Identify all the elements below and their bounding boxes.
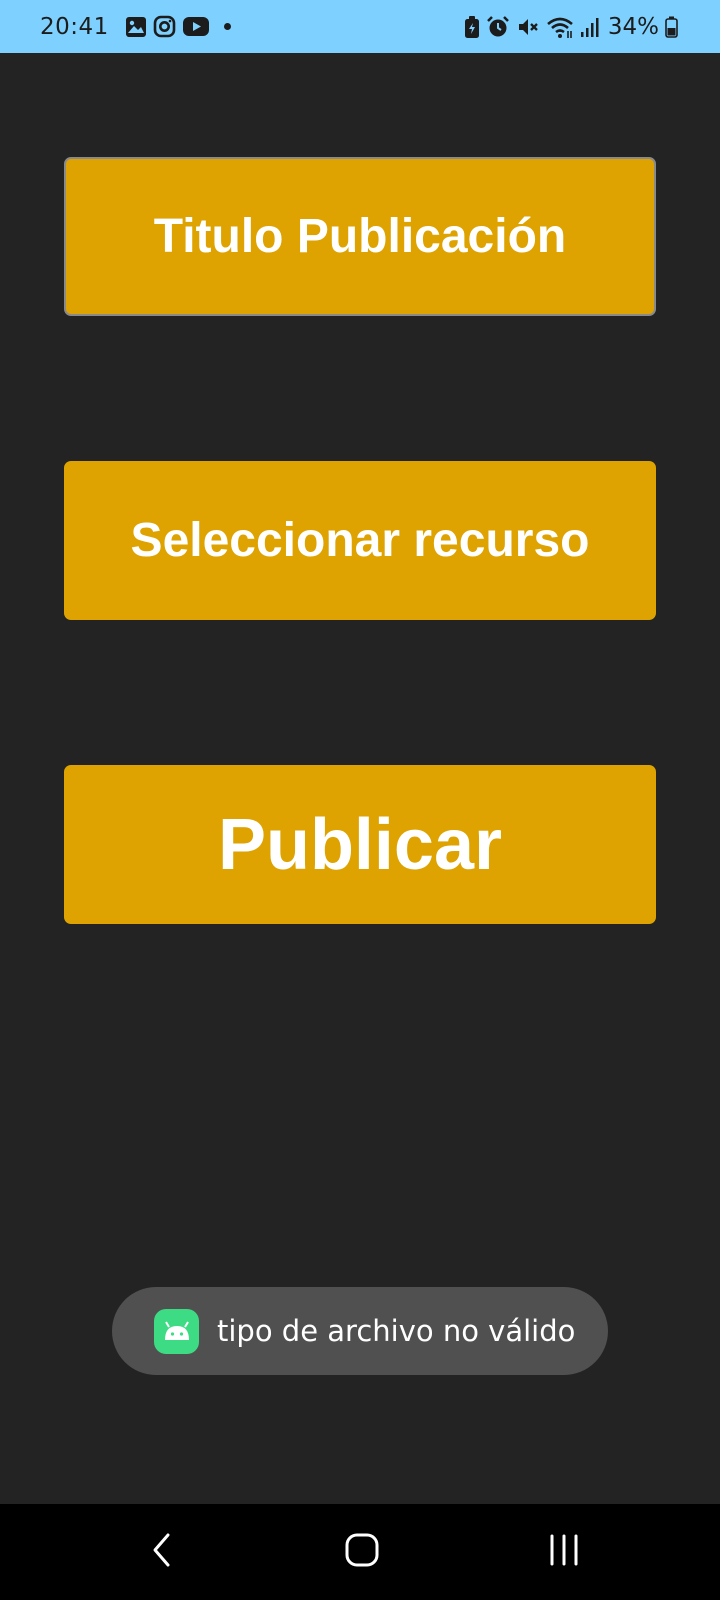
youtube-icon — [182, 16, 210, 37]
wifi-icon — [546, 15, 574, 39]
back-icon — [150, 1532, 174, 1573]
recents-icon — [547, 1533, 581, 1572]
select-resource-label: Seleccionar recurso — [130, 514, 590, 567]
status-bar-left: 20:41 — [40, 14, 231, 40]
instagram-icon — [153, 15, 176, 38]
status-bar-right: 34% — [464, 14, 678, 40]
status-time: 20:41 — [40, 13, 109, 40]
toast-text: tipo de archivo no válido — [217, 1314, 576, 1348]
publish-button[interactable]: Publicar — [64, 765, 656, 924]
gallery-icon — [125, 16, 147, 38]
home-icon — [344, 1532, 380, 1573]
alarm-icon — [486, 15, 510, 39]
select-resource-button[interactable]: Seleccionar recurso — [64, 461, 656, 620]
battery-saver-icon — [464, 15, 480, 39]
toast-message: tipo de archivo no válido — [112, 1287, 608, 1375]
mute-icon — [516, 15, 540, 39]
recents-button[interactable] — [504, 1504, 624, 1600]
signal-icon — [580, 16, 600, 38]
back-button[interactable] — [102, 1504, 222, 1600]
battery-percentage: 34% — [607, 13, 659, 40]
navigation-bar — [0, 1504, 720, 1600]
title-input-label: Titulo Publicación — [153, 210, 567, 263]
android-icon — [154, 1308, 199, 1354]
home-button[interactable] — [302, 1504, 422, 1600]
status-bar: 20:41 34% — [0, 0, 720, 53]
more-notifications-dot — [223, 23, 231, 30]
publish-label: Publicar — [217, 804, 503, 885]
title-input[interactable]: Titulo Publicación — [64, 157, 656, 316]
battery-icon — [665, 16, 678, 38]
